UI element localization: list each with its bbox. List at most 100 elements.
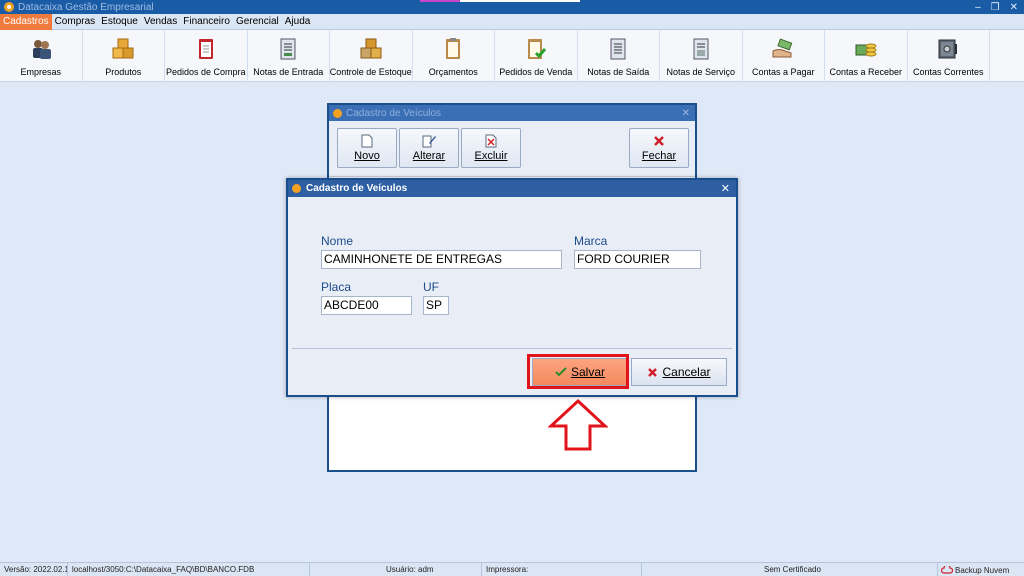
clipboard-check-icon: [524, 37, 548, 61]
toolbar-pedidos-compra-button[interactable]: Pedidos de Compra: [165, 30, 248, 82]
toolbar-label: Orçamentos: [428, 67, 478, 77]
dialog-titlebar: Cadastro de Veículos ✕: [288, 180, 736, 197]
uf-field[interactable]: SP: [423, 296, 449, 315]
toolbar-label: Pedidos de Compra: [165, 67, 246, 77]
hand-money-icon: [771, 37, 795, 61]
toolbar-pedidos-venda-button[interactable]: Pedidos de Venda: [495, 30, 578, 82]
status-backup-label: Backup Nuvem: [955, 565, 1010, 575]
bg-window-toolbar: Novo Alterar Excluir Fechar: [329, 121, 695, 177]
toolbar-label: Empresas: [20, 67, 61, 77]
toolbar-label: Contas a Receber: [829, 67, 903, 77]
toolbar-label: Notas de Entrada: [253, 67, 324, 77]
title-bar: Datacaixa Gestão Empresarial – ❐ ✕: [0, 0, 1024, 14]
up-arrow-icon: [548, 398, 608, 451]
excluir-label: Excluir: [474, 150, 508, 162]
marca-label: Marca: [574, 234, 608, 248]
toolbar-contas-pagar-button[interactable]: Contas a Pagar: [743, 30, 825, 82]
close-icon[interactable]: ✕: [1010, 2, 1018, 13]
status-certificate: Sem Certificado: [642, 563, 938, 576]
edit-icon: [422, 134, 436, 148]
boxes-icon: [111, 37, 135, 61]
main-toolbar: Empresas Produtos Pedidos de Compra Nota…: [0, 30, 1024, 82]
menu-estoque[interactable]: Estoque: [98, 14, 141, 30]
excluir-button[interactable]: Excluir: [461, 128, 521, 168]
cancel-label: Cancelar: [662, 365, 711, 379]
toolbar-contas-correntes-button[interactable]: Contas Correntes: [908, 30, 990, 82]
toolbar-label: Notas de Saída: [587, 67, 650, 77]
nome-label: Nome: [321, 234, 354, 248]
cancel-button[interactable]: Cancelar: [631, 358, 727, 386]
menu-cadastros[interactable]: Cadastros: [0, 13, 52, 30]
document-icon: [606, 37, 630, 61]
vehicle-form-dialog: Cadastro de Veículos ✕ Nome CAMINHONETE …: [286, 178, 738, 397]
menu-vendas[interactable]: Vendas: [141, 14, 180, 30]
novo-button[interactable]: Novo: [337, 128, 397, 168]
people-icon: [29, 37, 53, 61]
bg-window-title: Cadastro de Veículos: [346, 107, 442, 119]
status-bar: Versão: 2022.02.10 localhost/3050:C:\Dat…: [0, 562, 1024, 576]
toolbar-contas-receber-button[interactable]: Contas a Receber: [825, 30, 908, 82]
toolbar-label: Produtos: [105, 67, 142, 77]
menu-financeiro[interactable]: Financeiro: [180, 14, 233, 30]
taskbar-accent-white: [460, 0, 580, 2]
toolbar-label: Controle de Estoque: [329, 67, 412, 77]
toolbar-produtos-button[interactable]: Produtos: [83, 30, 165, 82]
close-x-icon: [652, 134, 666, 148]
toolbar-notas-saida-button[interactable]: Notas de Saída: [578, 30, 660, 82]
taskbar-accent: [420, 0, 460, 2]
uf-label: UF: [423, 280, 439, 294]
toolbar-empresas-button[interactable]: Empresas: [0, 30, 83, 82]
dialog-footer: Salvar Cancelar: [292, 350, 732, 393]
bg-window-titlebar: Cadastro de Veículos ✕: [329, 105, 695, 121]
document-icon: [689, 37, 713, 61]
toolbar-orcamentos-button[interactable]: Orçamentos: [413, 30, 495, 82]
toolbar-label: Contas Correntes: [912, 67, 984, 77]
status-printer: Impressora:: [482, 563, 642, 576]
clipboard-icon: [441, 37, 465, 61]
save-highlight-box: [527, 354, 629, 389]
close-x-icon: [648, 367, 658, 377]
cloud-icon: [941, 566, 953, 574]
new-document-icon: [360, 134, 374, 148]
window-title: Datacaixa Gestão Empresarial: [18, 1, 154, 13]
minimize-icon[interactable]: –: [975, 2, 981, 13]
dialog-form-body: Nome CAMINHONETE DE ENTREGAS Marca FORD …: [292, 201, 732, 349]
safe-icon: [936, 37, 960, 61]
close-icon[interactable]: ✕: [682, 108, 690, 119]
status-database: localhost/3050:C:\Datacaixa_FAQ\BD\BANCO…: [68, 563, 310, 576]
status-user: Usuário: adm: [310, 563, 482, 576]
toolbar-notas-servico-button[interactable]: Notas de Serviço: [660, 30, 743, 82]
clipboard-red-icon: [194, 37, 218, 61]
toolbar-label: Notas de Serviço: [666, 67, 736, 77]
close-icon[interactable]: ✕: [721, 182, 730, 195]
window-controls: – ❐ ✕: [975, 0, 1018, 14]
status-version: Versão: 2022.02.10: [0, 563, 68, 576]
placa-label: Placa: [321, 280, 352, 294]
boxes-icon: [359, 37, 383, 61]
toolbar-controle-estoque-button[interactable]: Controle de Estoque: [330, 30, 413, 82]
document-icon: [276, 37, 300, 61]
coins-icon: [854, 37, 878, 61]
alterar-label: Alterar: [412, 150, 446, 162]
novo-label: Novo: [354, 150, 380, 162]
nome-field[interactable]: CAMINHONETE DE ENTREGAS: [321, 250, 562, 269]
dialog-title: Cadastro de Veículos: [306, 183, 408, 194]
placa-field[interactable]: ABCDE00: [321, 296, 412, 315]
toolbar-label: Contas a Pagar: [751, 67, 815, 77]
fechar-label: Fechar: [641, 150, 677, 162]
menu-compras[interactable]: Compras: [52, 14, 99, 30]
status-backup[interactable]: Backup Nuvem: [938, 563, 1024, 576]
app-icon: [4, 2, 14, 12]
fechar-button[interactable]: Fechar: [629, 128, 689, 168]
app-icon: [333, 108, 342, 118]
menu-bar: Cadastros Compras Estoque Vendas Finance…: [0, 13, 1024, 30]
toolbar-notas-entrada-button[interactable]: Notas de Entrada: [248, 30, 330, 82]
app-icon: [292, 184, 301, 193]
delete-document-icon: [484, 134, 498, 148]
restore-icon[interactable]: ❐: [991, 2, 1000, 13]
menu-ajuda[interactable]: Ajuda: [282, 14, 314, 30]
alterar-button[interactable]: Alterar: [399, 128, 459, 168]
menu-gerencial[interactable]: Gerencial: [233, 14, 282, 30]
marca-field[interactable]: FORD COURIER: [574, 250, 701, 269]
toolbar-label: Pedidos de Venda: [499, 67, 573, 77]
